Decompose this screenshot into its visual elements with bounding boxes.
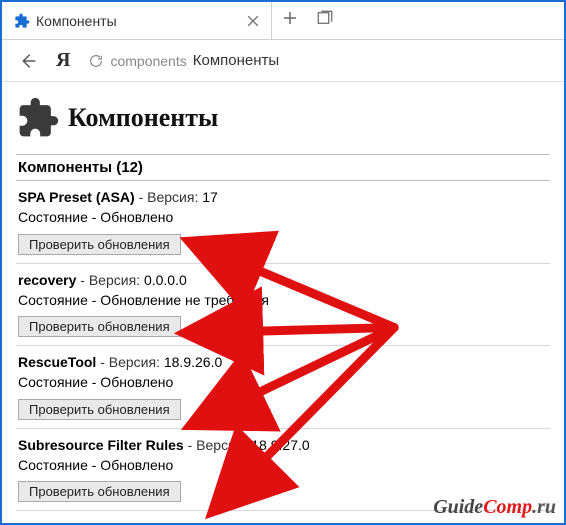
components-section-header: Компоненты (12) (16, 154, 550, 181)
component-status: Состояние - Обновлено (18, 372, 548, 392)
component-name: recovery (18, 272, 76, 288)
component-line1: Subresource Filter Rules - Версия: 18.9.… (18, 435, 548, 455)
check-updates-button[interactable]: Проверить обновления (18, 316, 181, 337)
address-caption: Компоненты (193, 52, 279, 69)
tab-title: Компоненты (36, 13, 241, 29)
extension-large-icon (16, 96, 60, 140)
plus-icon (282, 10, 298, 26)
back-button[interactable] (16, 50, 38, 72)
extension-icon (14, 13, 30, 29)
component-name: Subresource Filter Rules (18, 437, 184, 453)
component-line1: recovery - Версия: 0.0.0.0 (18, 270, 548, 290)
component-name: SPA Preset (ASA) (18, 189, 135, 205)
close-icon[interactable] (247, 15, 259, 27)
component-version: 18.9.27.0 (251, 437, 309, 453)
page-title: Компоненты (68, 103, 218, 133)
component-status: Состояние - Обновление не требуется (18, 290, 548, 310)
tab-components[interactable]: Компоненты (2, 2, 272, 39)
tabstrip-overview-button[interactable] (308, 9, 342, 32)
check-updates-button[interactable]: Проверить обновления (18, 234, 181, 255)
arrow-left-icon (16, 50, 38, 72)
reload-icon[interactable] (88, 53, 104, 69)
component-row: recovery - Версия: 0.0.0.0Состояние - Об… (16, 264, 550, 347)
check-updates-button[interactable]: Проверить обновления (18, 481, 181, 502)
component-line1: RescueTool - Версия: 18.9.26.0 (18, 352, 548, 372)
check-updates-button[interactable]: Проверить обновления (18, 399, 181, 420)
component-version: 18.9.26.0 (164, 354, 222, 370)
component-row: SPA Preset (ASA) - Версия: 17Состояние -… (16, 181, 550, 264)
tab-bar: Компоненты (2, 2, 564, 40)
address-field[interactable]: components Компоненты (88, 52, 550, 69)
component-version: 0.0.0.0 (144, 272, 187, 288)
new-tab-button[interactable] (272, 9, 308, 32)
toolbar: Я components Компоненты (2, 40, 564, 82)
component-version: 17 (202, 189, 218, 205)
component-line1: SPA Preset (ASA) - Версия: 17 (18, 187, 548, 207)
home-button[interactable]: Я (56, 49, 70, 72)
component-status: Состояние - Обновлено (18, 207, 548, 227)
page-content: Компоненты Компоненты (12) SPA Preset (A… (2, 82, 564, 525)
component-row: RescueTool - Версия: 18.9.26.0Состояние … (16, 346, 550, 429)
watermark: GuideComp.ru (433, 496, 556, 519)
address-host: components (110, 53, 186, 69)
tabs-icon (316, 9, 334, 27)
component-status: Состояние - Обновлено (18, 455, 548, 475)
component-name: RescueTool (18, 354, 96, 370)
components-list: SPA Preset (ASA) - Версия: 17Состояние -… (16, 181, 550, 511)
